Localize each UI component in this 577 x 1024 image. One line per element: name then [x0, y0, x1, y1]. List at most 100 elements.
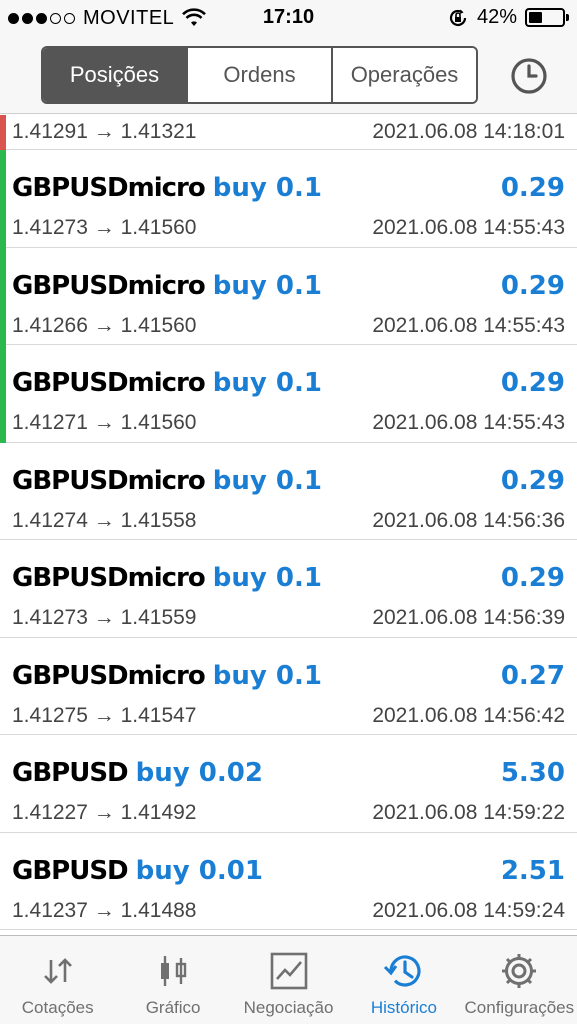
battery-icon — [525, 8, 569, 27]
trade-detail-line: 1.41291 → 1.41321 2021.06.08 14:18:01 — [12, 118, 565, 146]
trade-profit: 5.30 — [500, 758, 565, 788]
trade-main-line: GBPUSD buy 0.02 5.30 — [12, 753, 565, 793]
segmented-control: Posições Ordens Operações — [41, 46, 478, 104]
trade-list[interactable]: 1.41291 → 1.41321 2021.06.08 14:18:01 GB… — [0, 115, 577, 935]
trade-detail-line: 1.41273 → 1.41560 2021.06.08 14:55:43 — [12, 214, 565, 242]
trade-symbol: GBPUSDmicro — [12, 660, 206, 691]
trade-side: buy 0.1 — [212, 270, 322, 301]
status-right: 42% — [447, 6, 569, 29]
trade-prices: 1.41237 → 1.41488 — [12, 898, 197, 922]
gear-icon — [502, 954, 537, 988]
tab-cotacoes[interactable]: Cotações — [0, 936, 115, 1024]
battery-percent: 42% — [476, 6, 517, 28]
trade-time: 2021.06.08 14:59:22 — [372, 801, 565, 824]
top-nav: Posições Ordens Operações — [0, 36, 577, 114]
history-clock-icon — [383, 955, 421, 987]
candlestick-chart-icon — [161, 956, 187, 986]
trade-time: 2021.06.08 14:55:43 — [372, 313, 565, 337]
trade-detail-line: 1.41273 → 1.41559 2021.06.08 14:56:39 — [12, 604, 565, 632]
tab-grafico[interactable]: Gráfico — [115, 936, 230, 1024]
trade-prices: 1.41271 → 1.41560 — [12, 411, 197, 434]
trade-detail-line: 1.41274 → 1.41558 2021.06.08 14:56:36 — [12, 507, 565, 535]
trade-row[interactable]: GBPUSDmicro buy 0.1 0.27 1.41275 → 1.4154… — [0, 638, 577, 735]
trade-prices: 1.41273 → 1.41559 — [12, 606, 197, 629]
trade-side: buy 0.1 — [212, 563, 322, 593]
trade-profit: 0.29 — [500, 563, 565, 593]
trade-time: 2021.06.08 14:55:43 — [372, 216, 565, 239]
tab-label: Configurações — [464, 998, 575, 1017]
trade-row[interactable]: GBPUSDmicro buy 0.1 0.29 1.41273 → 1.4155… — [0, 540, 577, 638]
trade-symbol: GBPUSDmicro — [12, 465, 206, 496]
trade-time: 2021.06.08 14:56:39 — [372, 606, 565, 629]
trade-row[interactable]: GBPUSDmicro buy 0.1 0.29 1.41271 → 1.4156… — [0, 345, 577, 443]
trade-prices: 1.41275 → 1.41547 — [12, 703, 197, 727]
trade-result-bar — [0, 115, 6, 150]
trade-side: buy 0.1 — [212, 173, 322, 203]
trade-profit: 0.27 — [500, 660, 565, 691]
trade-main-line: GBPUSDmicro buy 0.1 0.29 — [12, 266, 565, 306]
trade-row[interactable]: GBPUSDmicro buy 0.1 0.29 1.41266 → 1.4156… — [0, 247, 577, 345]
trade-prices: 1.41266 → 1.41560 — [12, 313, 197, 337]
trade-prices: 1.41274 → 1.41558 — [12, 508, 197, 532]
rotation-lock-icon — [449, 9, 467, 26]
trade-symbol: GBPUSDmicro — [12, 270, 206, 301]
trade-main-line: GBPUSDmicro buy 0.1 0.29 — [12, 168, 565, 208]
trade-side: buy 0.1 — [212, 660, 322, 691]
trade-row[interactable]: 1.41291 → 1.41321 2021.06.08 14:18:01 — [0, 115, 577, 150]
period-clock-icon[interactable] — [509, 56, 549, 96]
trade-row[interactable]: GBPUSDmicro buy 0.1 0.29 1.41273 → 1.4156… — [0, 150, 577, 248]
trade-prices: 1.41291 → 1.41321 — [12, 120, 197, 143]
trade-detail-line: 1.41227 → 1.41492 2021.06.08 14:59:22 — [12, 799, 565, 827]
trade-side: buy 0.1 — [212, 465, 322, 496]
trade-side: buy 0.1 — [212, 368, 322, 398]
trade-side: buy 0.01 — [135, 855, 263, 886]
trade-symbol: GBPUSD — [12, 758, 129, 788]
tab-label: Gráfico — [145, 998, 201, 1017]
trade-prices: 1.41273 → 1.41560 — [12, 216, 197, 239]
tab-operacoes[interactable]: Operações — [333, 48, 476, 102]
trade-prices: 1.41227 → 1.41492 — [12, 801, 197, 824]
trade-chart-icon — [270, 952, 307, 990]
trade-detail-line: 1.41266 → 1.41560 2021.06.08 14:55:43 — [12, 312, 565, 340]
trade-symbol: GBPUSD — [12, 855, 129, 886]
trade-detail-line: 1.41237 → 1.41488 2021.06.08 14:59:24 — [12, 897, 565, 925]
trade-result-bar — [0, 247, 6, 345]
tab-ordens[interactable]: Ordens — [188, 48, 333, 102]
trade-time: 2021.06.08 14:18:01 — [372, 120, 565, 143]
status-bar: MOVITEL 17:10 42% — [0, 0, 577, 36]
tab-configuracoes[interactable]: Configurações — [462, 936, 577, 1024]
trade-symbol: GBPUSDmicro — [12, 368, 206, 398]
trade-symbol: GBPUSDmicro — [12, 563, 206, 593]
trade-main-line: GBPUSDmicro buy 0.1 0.27 — [12, 656, 565, 696]
tab-label: Cotações — [21, 998, 94, 1017]
trade-profit: 0.29 — [500, 173, 565, 203]
tab-negociacao[interactable]: Negociação — [231, 936, 346, 1024]
trade-profit: 0.29 — [500, 368, 565, 398]
trade-symbol: GBPUSDmicro — [12, 173, 206, 203]
trade-main-line: GBPUSDmicro buy 0.1 0.29 — [12, 558, 565, 598]
trade-side: buy 0.02 — [135, 758, 263, 788]
trade-profit: 0.29 — [500, 465, 565, 496]
tab-label: Histórico — [370, 998, 437, 1017]
trade-result-bar — [0, 150, 6, 248]
trade-row[interactable]: GBPUSDmicro buy 0.1 0.29 1.41274 → 1.4155… — [0, 443, 577, 540]
trade-time: 2021.06.08 14:59:24 — [372, 898, 565, 922]
trade-result-bar — [0, 345, 6, 443]
trade-row[interactable]: GBPUSD buy 0.02 5.30 1.41227 → 1.41492 20… — [0, 735, 577, 833]
bottom-tab-bar: Cotações Gráfico Negociação Histórico Co… — [0, 935, 577, 1024]
trade-profit: 2.51 — [500, 855, 565, 886]
trade-main-line: GBPUSDmicro buy 0.1 0.29 — [12, 461, 565, 501]
battery-level — [529, 12, 543, 23]
trade-time: 2021.06.08 14:56:36 — [372, 508, 565, 532]
trade-time: 2021.06.08 14:56:42 — [372, 703, 565, 727]
trade-row[interactable]: GBPUSD buy 0.01 2.51 1.41237 → 1.41488 20… — [0, 833, 577, 930]
trade-detail-line: 1.41271 → 1.41560 2021.06.08 14:55:43 — [12, 409, 565, 437]
trade-detail-line: 1.41275 → 1.41547 2021.06.08 14:56:42 — [12, 702, 565, 730]
tab-posicoes[interactable]: Posições — [43, 48, 188, 102]
quotes-arrows-icon — [43, 958, 72, 984]
tab-historico[interactable]: Histórico — [346, 936, 461, 1024]
trade-main-line: GBPUSDmicro buy 0.1 0.29 — [12, 363, 565, 403]
trade-time: 2021.06.08 14:55:43 — [372, 411, 565, 434]
trade-main-line: GBPUSD buy 0.01 2.51 — [12, 851, 565, 891]
tab-label: Negociação — [243, 998, 334, 1017]
